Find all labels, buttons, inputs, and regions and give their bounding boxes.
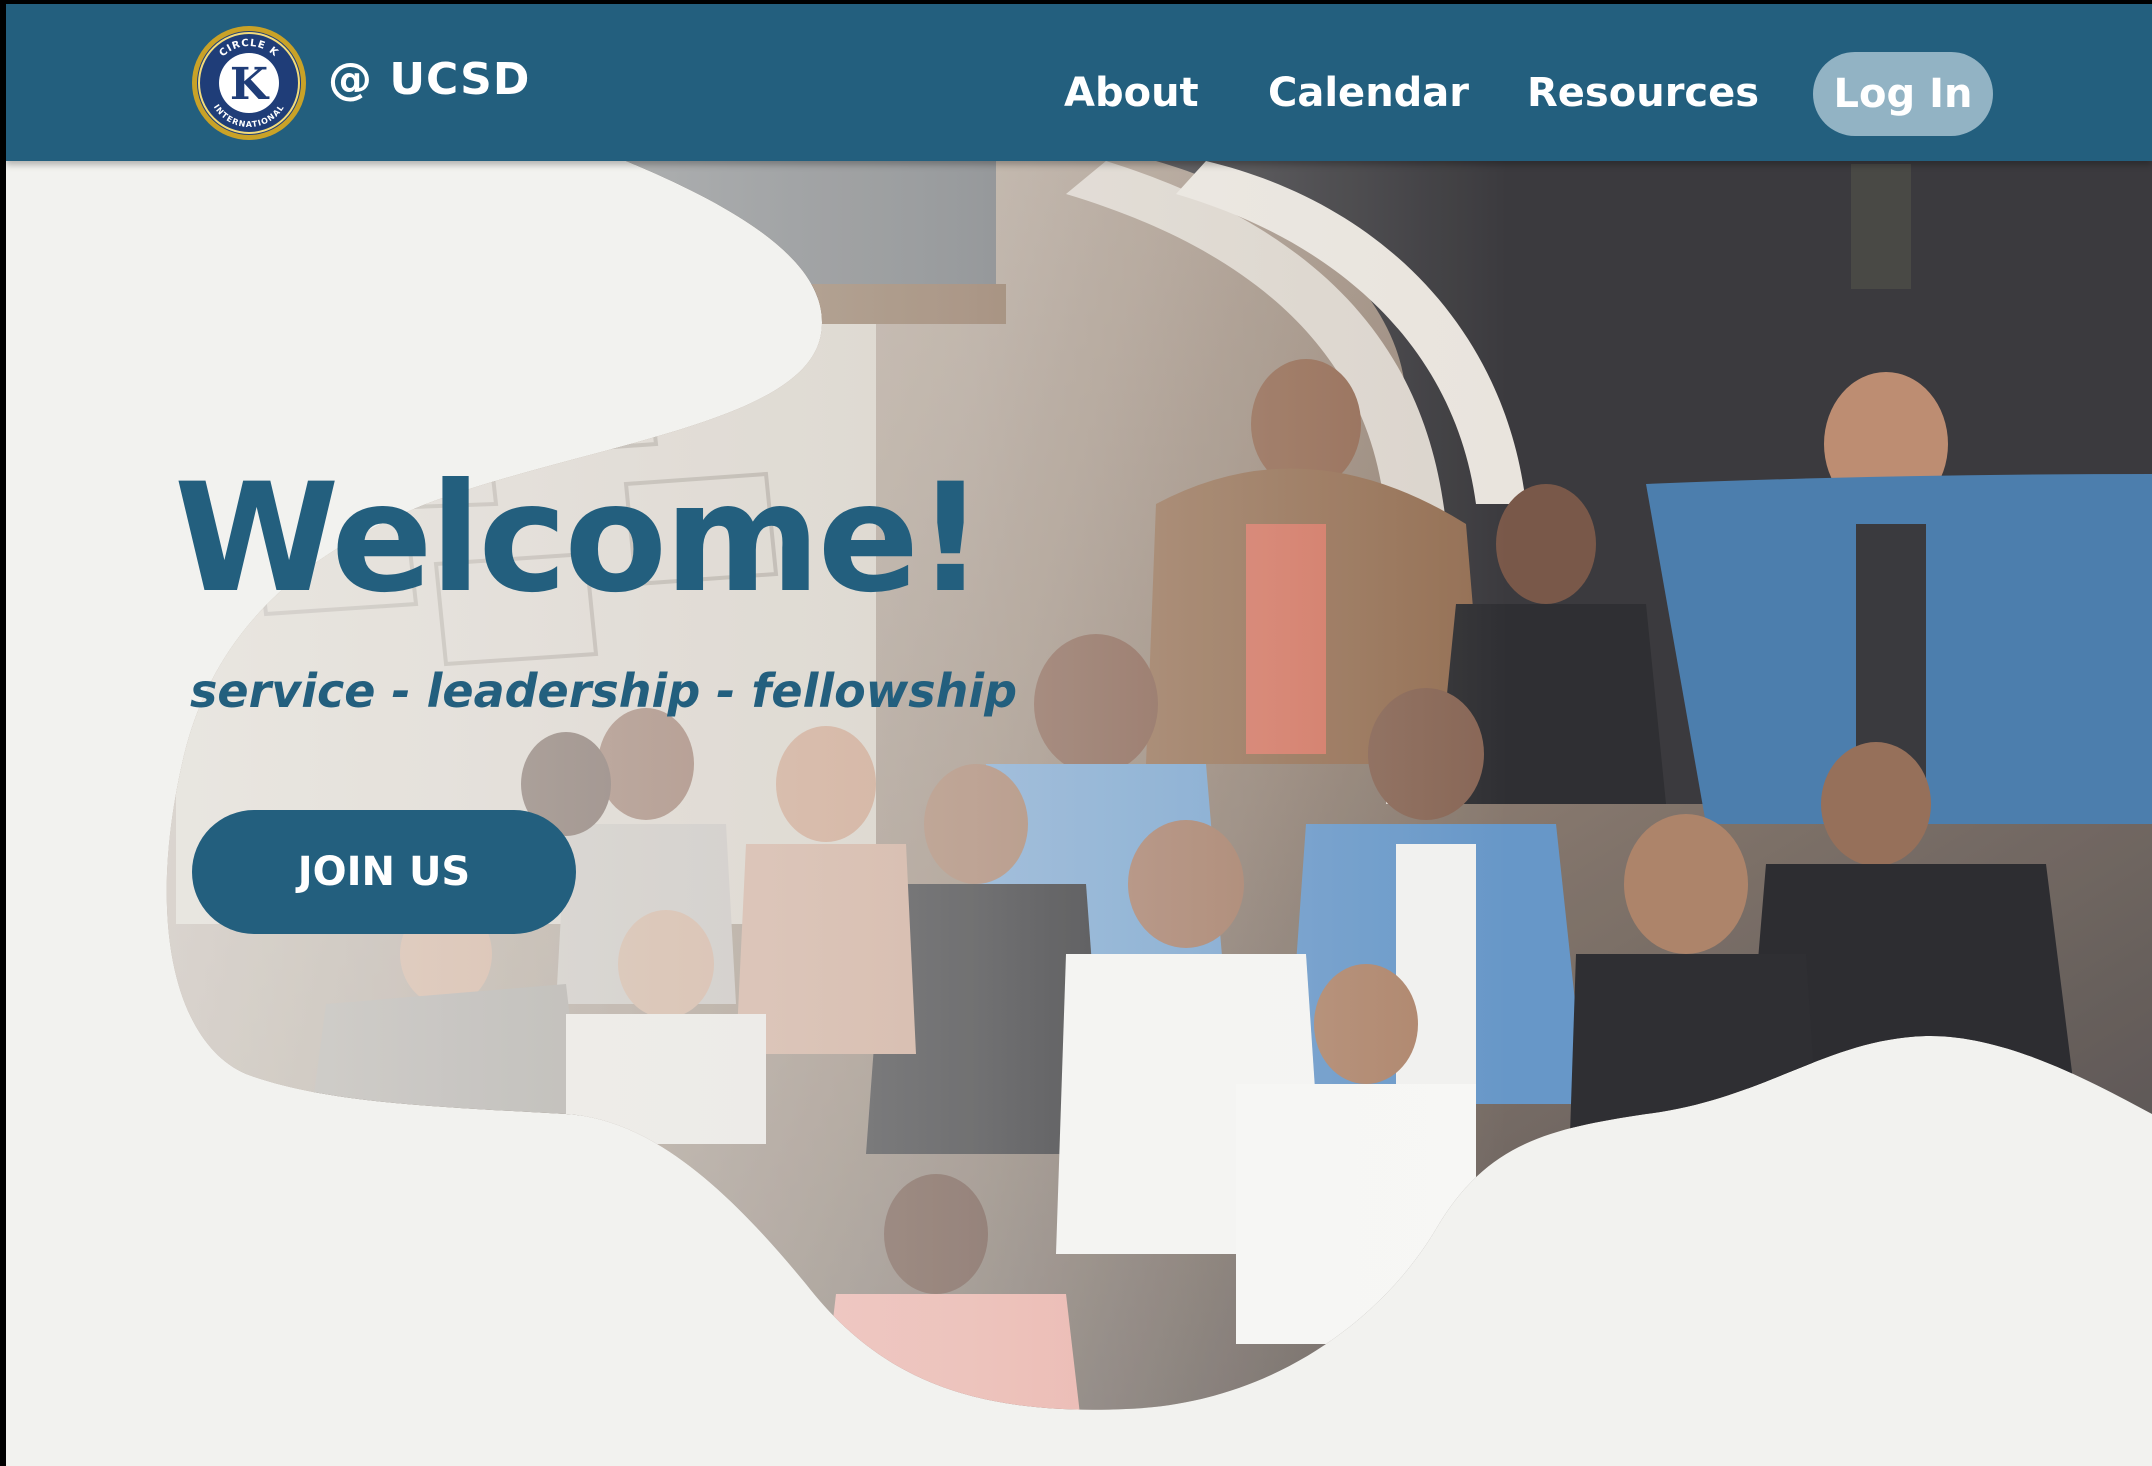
top-navbar: K CIRCLE K INTERNATIONAL @ UCSD About Ca… bbox=[6, 4, 2152, 161]
brand-label[interactable]: @ UCSD bbox=[328, 54, 530, 105]
nav-link-about[interactable]: About bbox=[1064, 70, 1199, 116]
hero-tagline: service - leadership - fellowship bbox=[190, 664, 1018, 718]
hero-photo-blob bbox=[166, 161, 2152, 1410]
hero-title: Welcome! bbox=[174, 452, 985, 626]
logo-letter: K bbox=[230, 59, 270, 110]
landing-page: K CIRCLE K INTERNATIONAL @ UCSD About Ca… bbox=[6, 4, 2152, 1466]
nav-link-calendar[interactable]: Calendar bbox=[1268, 70, 1469, 116]
join-us-button[interactable]: JOIN US bbox=[192, 810, 576, 934]
browser-viewport: K CIRCLE K INTERNATIONAL @ UCSD About Ca… bbox=[0, 0, 2152, 1466]
circle-k-logo-icon[interactable]: K CIRCLE K INTERNATIONAL bbox=[190, 24, 308, 142]
login-button[interactable]: Log In bbox=[1813, 52, 1993, 136]
nav-link-resources[interactable]: Resources bbox=[1527, 70, 1759, 116]
